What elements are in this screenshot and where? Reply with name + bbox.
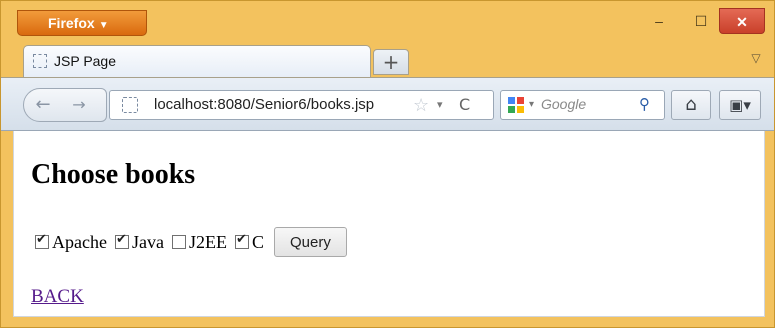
checkbox-apache[interactable] [35,232,49,249]
chevron-down-icon: ▼ [98,20,109,31]
new-tab-button[interactable]: + [373,49,409,75]
back-forward-group: ← → [23,88,107,122]
search-icon[interactable]: ⚲ [639,95,650,113]
firefox-menu-label: Firefox [48,15,95,31]
checkbox-label-apache: Apache [52,231,107,252]
search-bar[interactable]: ▾ ⚲ [500,90,665,120]
history-dropdown-icon[interactable]: ▾ [437,98,443,111]
tab-title: JSP Page [54,53,117,69]
addon-bar-button[interactable]: ▣▾ [719,90,761,120]
books-form: Apache Java J2EE C Query [35,227,347,257]
firefox-menu-button[interactable]: Firefox ▼ [17,10,147,36]
home-button[interactable]: ⌂ [671,90,711,120]
blank-page-icon [33,54,47,68]
minimize-button[interactable]: – [641,8,677,34]
search-input[interactable] [541,96,631,112]
back-button[interactable]: ← [32,94,54,116]
forward-button[interactable]: → [68,94,90,116]
page-content: Choose books Apache Java J2EE C Query BA… [13,131,765,317]
window-bottom-border [1,317,774,327]
page-title: Choose books [31,159,196,190]
bookmark-star-icon[interactable]: ☆ [413,95,429,116]
checkbox-label-c: C [251,231,264,252]
checkbox-java[interactable] [114,232,129,249]
reload-icon[interactable]: C [459,95,470,114]
tab-strip: JSP Page + ▽ [1,41,774,77]
back-link[interactable]: BACK [31,286,84,308]
close-button[interactable]: ✕ [719,8,765,34]
site-identity-icon[interactable] [122,97,138,113]
url-input[interactable] [154,96,404,113]
browser-window: Firefox▼ – ☐ ✕ JSP Page + ▽ ← → ☆ ▾ C [0,0,775,328]
navigation-toolbar: ← → ☆ ▾ C ▾ ⚲ ⌂ ▣▾ [1,77,774,131]
checkbox-label-java: Java [131,231,164,252]
maximize-button[interactable]: ☐ [683,8,719,34]
title-bar: Firefox ▼ – ☐ ✕ [1,1,774,41]
address-bar[interactable]: ☆ ▾ C [109,90,494,120]
search-engine-dropdown-icon[interactable]: ▾ [529,99,534,110]
checkbox-j2ee[interactable] [171,235,186,249]
checkbox-c[interactable] [234,232,249,249]
tab-list-arrow-icon[interactable]: ▽ [745,51,767,73]
tab-jsp-page[interactable]: JSP Page [23,45,371,77]
checkbox-label-j2ee: J2EE [188,231,227,252]
query-button[interactable]: Query [273,227,347,257]
google-icon[interactable] [507,96,525,114]
